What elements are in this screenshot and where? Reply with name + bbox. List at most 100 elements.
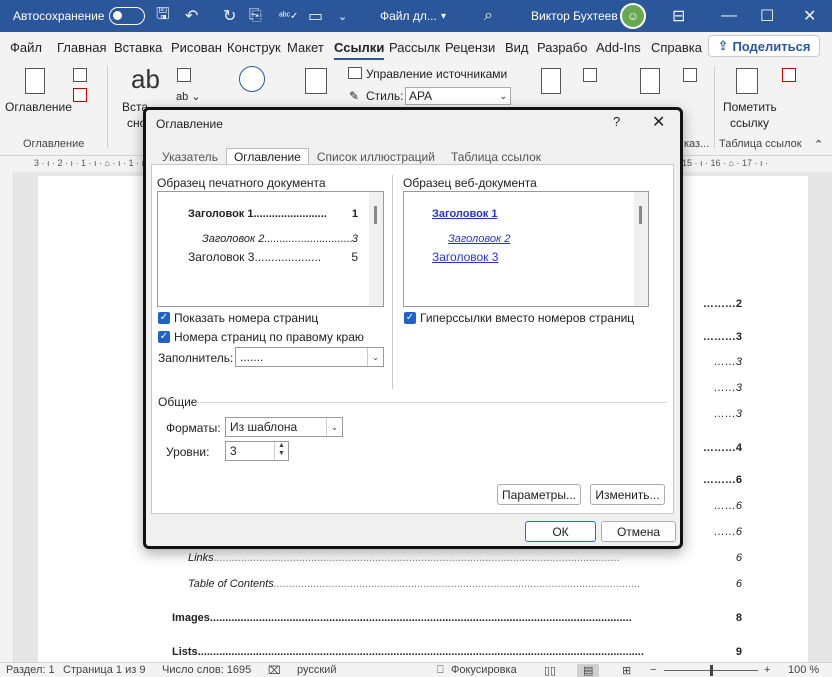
avatar[interactable]: ☺ <box>620 0 646 32</box>
collapse-ribbon-icon[interactable]: ⌃ <box>814 138 823 151</box>
toc-entry-lists[interactable]: Lists...................................… <box>172 646 742 658</box>
insert-footnote-icon[interactable]: ab <box>131 64 160 95</box>
modify-button[interactable]: Изменить... <box>590 484 665 505</box>
save-icon[interactable]: 🖫 <box>156 0 170 32</box>
undo-icon[interactable]: ↶ <box>185 0 198 32</box>
customize-icon[interactable]: ⎘ <box>249 0 262 32</box>
zoom-out-icon[interactable]: − <box>650 664 656 676</box>
mark-entry-icon[interactable] <box>640 68 660 94</box>
ok-button[interactable]: ОК <box>525 521 596 542</box>
manage-sources-icon[interactable] <box>348 67 362 79</box>
redo-icon[interactable]: ↻ <box>223 0 236 32</box>
close-icon[interactable]: ✕ <box>652 112 665 132</box>
toc-entry-images[interactable]: Images..................................… <box>172 612 742 624</box>
focus-button[interactable]: Фокусировка <box>451 664 517 676</box>
print-preview-label: Образец печатного документа <box>157 176 326 190</box>
style-select[interactable]: APA ⌄ <box>405 87 511 105</box>
ribbon-display-icon[interactable]: ⊟ <box>672 0 685 32</box>
hyperlinks-checkbox[interactable]: ✓ <box>404 312 416 324</box>
tab-layout[interactable]: Макет <box>287 40 324 55</box>
show-page-numbers-checkbox[interactable]: ✓ <box>158 312 170 324</box>
autosave-toggle[interactable] <box>109 0 145 32</box>
web-heading-1[interactable]: Заголовок 1 <box>432 208 497 220</box>
show-page-numbers-label[interactable]: Показать номера страниц <box>174 311 318 325</box>
toc-group-label: Оглавление <box>23 138 85 150</box>
right-align-label[interactable]: Номера страниц по правому краю <box>174 330 364 344</box>
read-mode-icon[interactable]: ▯▯ <box>544 664 556 677</box>
close-window-icon[interactable]: ✕ <box>803 0 816 32</box>
screen-icon[interactable]: ▭ <box>308 0 323 32</box>
web-heading-2[interactable]: Заголовок 2 <box>448 233 510 245</box>
insert-caption-icon[interactable] <box>541 68 561 94</box>
mark-citation-icon[interactable] <box>736 68 758 94</box>
endnote-icon[interactable] <box>177 68 191 82</box>
autosave-label: Автосохранение <box>13 9 105 23</box>
levels-stepper[interactable]: 3 ▲ ▼ <box>225 441 289 461</box>
language-indicator[interactable]: русский <box>297 664 336 676</box>
minimize-icon[interactable]: — <box>721 0 737 32</box>
preview-scrollbar[interactable] <box>369 192 383 306</box>
maximize-icon[interactable]: ☐ <box>760 0 774 32</box>
zoom-in-icon[interactable]: + <box>764 664 770 676</box>
formats-label: Форматы: <box>166 421 221 435</box>
insert-index-icon[interactable] <box>683 68 697 82</box>
web-preview-scrollbar[interactable] <box>634 192 648 306</box>
share-button[interactable]: ⇪ Поделиться <box>708 35 820 57</box>
page-indicator[interactable]: Страница 1 из 9 <box>63 664 145 676</box>
tab-design[interactable]: Конструк <box>227 40 281 55</box>
word-count[interactable]: Число слов: 1695 <box>162 664 251 676</box>
user-name[interactable]: Виктор Бухтеев <box>531 0 618 32</box>
insert-citation-icon[interactable] <box>305 68 327 94</box>
web-preview: Заголовок 1 Заголовок 2 Заголовок 3 <box>403 191 649 307</box>
tab-home[interactable]: Главная <box>57 40 106 55</box>
update-table-icon[interactable] <box>73 88 87 102</box>
zoom-slider-thumb[interactable] <box>710 665 713 676</box>
options-button[interactable]: Параметры... <box>497 484 581 505</box>
preview-heading-3: Заголовок 3.................... 5 <box>188 250 358 264</box>
leader-select[interactable]: ....... ⌄ <box>235 347 384 367</box>
qat-dropdown-icon[interactable]: ⌄ <box>338 0 347 32</box>
share-icon: ⇪ <box>717 38 729 53</box>
web-layout-icon[interactable]: ⊞ <box>622 664 631 677</box>
formats-select[interactable]: Из шаблона ⌄ <box>225 417 343 437</box>
web-heading-3[interactable]: Заголовок 3 <box>432 250 498 264</box>
focus-icon[interactable]: ⎕ <box>437 664 444 677</box>
researcher-icon[interactable] <box>239 66 265 92</box>
toc-button[interactable]: Оглавление <box>5 100 72 114</box>
search-icon[interactable]: ⌕ <box>484 0 493 32</box>
cancel-button[interactable]: Отмена <box>601 521 676 542</box>
dialog-title: Оглавление <box>156 117 223 131</box>
section-indicator[interactable]: Раздел: 1 <box>6 664 55 676</box>
toc-entry-table-of-contents[interactable]: Table of Contents.......................… <box>188 578 742 590</box>
zoom-level[interactable]: 100 % <box>788 664 819 676</box>
tab-developer[interactable]: Разрабо <box>537 40 587 55</box>
spelling-icon[interactable]: ᵃᵇᶜ✓ <box>279 0 298 32</box>
hyperlinks-label[interactable]: Гиперссылки вместо номеров страниц <box>420 311 634 325</box>
proofing-icon[interactable]: ⌧ <box>268 664 281 677</box>
right-align-checkbox[interactable]: ✓ <box>158 331 170 343</box>
tab-draw[interactable]: Рисован <box>171 40 222 55</box>
tab-mailings[interactable]: Рассылк <box>389 40 440 55</box>
tab-insert[interactable]: Вставка <box>114 40 162 55</box>
tab-help[interactable]: Справка <box>651 40 702 55</box>
toc-icon[interactable] <box>25 68 45 94</box>
file-dropdown-icon[interactable]: ▾ <box>441 0 446 32</box>
help-icon[interactable]: ? <box>613 114 620 129</box>
tab-references[interactable]: Ссылки <box>334 40 385 61</box>
add-text-icon[interactable] <box>73 68 87 82</box>
tab-file[interactable]: Файл <box>10 40 42 55</box>
mark-citation-button[interactable]: Пометить <box>723 100 777 114</box>
vertical-ruler[interactable] <box>0 172 14 662</box>
insert-table-of-authorities-icon[interactable] <box>782 68 796 82</box>
manage-sources-button[interactable]: Управление источниками <box>366 67 507 81</box>
next-footnote-icon[interactable]: ab ⌄ <box>176 90 201 103</box>
tab-view[interactable]: Вид <box>505 40 529 55</box>
print-layout-icon[interactable]: ▤ <box>577 664 600 677</box>
tab-addins[interactable]: Add-Ins <box>596 40 641 55</box>
table-of-figures-icon[interactable] <box>583 68 597 82</box>
mark-citation-button-line2[interactable]: ссылку <box>730 116 769 130</box>
toc-entry-links[interactable]: Links...................................… <box>188 552 742 564</box>
stepper-arrows-icon[interactable]: ▲ ▼ <box>274 442 288 460</box>
web-preview-label: Образец веб-документа <box>403 176 537 190</box>
tab-review[interactable]: Рецензи <box>445 40 495 55</box>
